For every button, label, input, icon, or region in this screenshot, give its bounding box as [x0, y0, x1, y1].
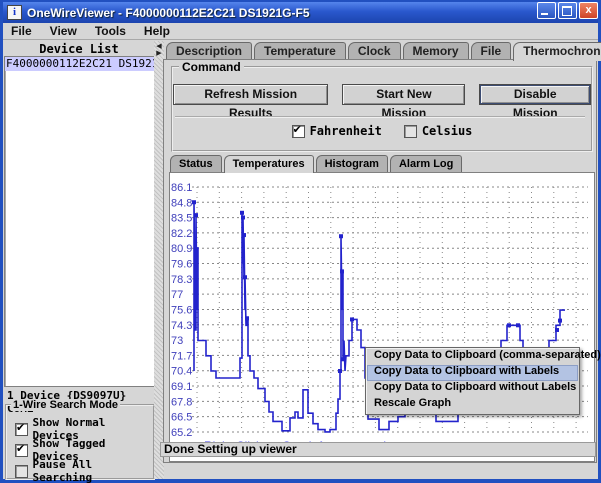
fahrenheit-checkbox[interactable]: ✔ [292, 125, 305, 138]
maximize-button[interactable] [558, 2, 577, 19]
svg-text:67.8: 67.8 [171, 396, 192, 408]
disable-mission-button[interactable]: Disable Mission [479, 84, 591, 105]
start-new-mission-button[interactable]: Start New Mission [342, 84, 465, 105]
title-bar[interactable]: i OneWireViewer - F4000000112E2C21 DS192… [3, 2, 598, 23]
tab-alarm-log[interactable]: Alarm Log [390, 155, 462, 172]
tab-temperature[interactable]: Temperature [254, 42, 346, 60]
svg-text:80.9: 80.9 [171, 243, 192, 255]
svg-text:70.4: 70.4 [171, 366, 192, 378]
svg-text:69.1: 69.1 [171, 381, 192, 393]
status-bar: Done Setting up viewer [160, 442, 596, 457]
refresh-mission-results-button[interactable]: Refresh Mission Results [173, 84, 328, 105]
svg-text:71.7: 71.7 [171, 350, 192, 362]
svg-text:77: 77 [171, 289, 183, 301]
command-divider [175, 116, 585, 118]
tab-temperatures[interactable]: Temperatures [224, 155, 314, 173]
command-group: Command Refresh Mission Results Start Ne… [171, 66, 593, 152]
pause-all-searching-checkbox[interactable] [15, 465, 28, 478]
svg-text:75.6: 75.6 [171, 304, 192, 316]
check-icon: ✔ [293, 123, 302, 136]
svg-text:78.3: 78.3 [171, 274, 192, 286]
svg-text:73: 73 [171, 335, 183, 347]
celsius-label: Celsius [422, 124, 473, 138]
celsius-option[interactable]: Celsius [404, 124, 473, 138]
tab-status[interactable]: Status [170, 155, 222, 172]
svg-text:84.8: 84.8 [171, 197, 192, 209]
pause-all-searching-label: Pause All Searching [33, 458, 153, 483]
tab-memory[interactable]: Memory [403, 42, 469, 60]
window-title: OneWireViewer - F4000000112E2C21 DS1921G… [27, 6, 310, 20]
menu-file[interactable]: File [11, 24, 32, 39]
tab-thermochron[interactable]: Thermochron [513, 42, 601, 61]
graph-context-menu: Copy Data to Clipboard (comma-separated)… [365, 347, 580, 415]
menu-tools[interactable]: Tools [95, 24, 126, 39]
tab-histogram[interactable]: Histogram [316, 155, 388, 172]
show-normal-devices-checkbox[interactable]: ✔ [15, 423, 28, 436]
menu-item-copy-comma-separated[interactable]: Copy Data to Clipboard (comma-separated) [367, 349, 578, 365]
svg-text:79.6: 79.6 [171, 259, 192, 271]
command-group-title: Command [179, 60, 244, 74]
svg-text:66.5: 66.5 [171, 412, 192, 424]
menu-item-rescale-graph[interactable]: Rescale Graph [367, 397, 578, 413]
temperature-chart[interactable]: 86.1 84.8 83.5 82.2 80.9 79.6 78.3 77 75.6 74.3 73… [170, 173, 592, 459]
menu-help[interactable]: Help [144, 24, 170, 39]
tab-description[interactable]: Description [166, 42, 252, 60]
menu-item-copy-without-labels[interactable]: Copy Data to Clipboard without Labels [367, 381, 578, 397]
device-list[interactable]: F4000000112E2C21 DS1921G-F5 [4, 56, 155, 387]
menu-item-copy-with-labels[interactable]: Copy Data to Clipboard with Labels [367, 365, 578, 381]
fahrenheit-label: Fahrenheit [310, 124, 382, 138]
svg-text:82.2: 82.2 [171, 228, 192, 240]
minimize-button[interactable] [537, 2, 556, 19]
search-mode-group: 1-Wire Search Mode ✔ Show Normal Devices… [5, 404, 155, 480]
app-icon: i [7, 5, 22, 20]
tab-file[interactable]: File [471, 42, 512, 60]
tab-clock[interactable]: Clock [348, 42, 401, 60]
show-tagged-devices-checkbox[interactable]: ✔ [15, 444, 28, 457]
close-icon: x [585, 4, 591, 16]
check-icon: ✔ [16, 442, 25, 455]
check-icon: ✔ [16, 421, 25, 434]
svg-text:86.1: 86.1 [171, 182, 192, 194]
device-list-item[interactable]: F4000000112E2C21 DS1921G-F5 [5, 57, 154, 71]
result-tabs: Status Temperatures Histogram Alarm Log [170, 155, 462, 173]
menu-view[interactable]: View [50, 24, 77, 39]
device-list-header: Device List [4, 42, 154, 56]
svg-text:65.2: 65.2 [171, 427, 192, 439]
svg-text:74.3: 74.3 [171, 320, 192, 332]
svg-text:83.5: 83.5 [171, 213, 192, 225]
pause-all-searching-option[interactable]: Pause All Searching [15, 458, 153, 483]
close-button[interactable]: x [579, 2, 598, 19]
menu-bar: File View Tools Help [3, 24, 598, 40]
temperature-graph-panel[interactable]: 86.1 84.8 83.5 82.2 80.9 79.6 78.3 77 75.6 74.3 73… [169, 172, 595, 462]
fahrenheit-option[interactable]: ✔ Fahrenheit [292, 124, 382, 138]
app-window: i OneWireViewer - F4000000112E2C21 DS192… [0, 0, 601, 483]
search-mode-title: 1-Wire Search Mode [11, 399, 120, 411]
celsius-checkbox[interactable] [404, 125, 417, 138]
